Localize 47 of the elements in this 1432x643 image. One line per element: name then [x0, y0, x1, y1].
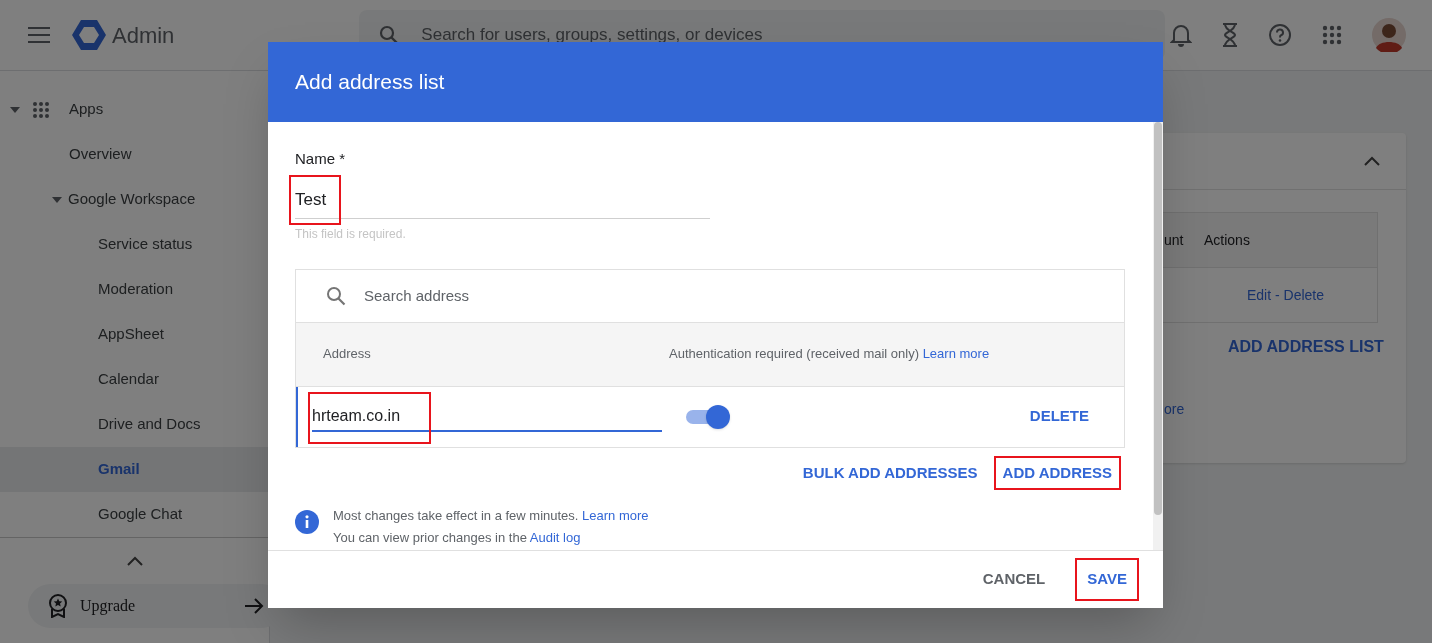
apps-icon	[32, 100, 50, 119]
helper-text: This field is required.	[295, 225, 407, 243]
delete-button[interactable]: DELETE	[1029, 405, 1089, 428]
column-header: Authentication required (received mail only) Learn more	[669, 346, 990, 362]
more-link[interactable]: ore	[1164, 401, 1185, 417]
info-link[interactable]: Learn more	[582, 508, 649, 523]
column-header: unt	[1163, 230, 1185, 250]
caret-icon	[52, 196, 62, 203]
caret-icon	[10, 106, 20, 113]
search-field[interactable]: Search for users, groups, settings, or devices	[421, 20, 1122, 50]
search-icon	[326, 285, 346, 306]
product-name: Admin	[112, 21, 175, 50]
sidebar-item[interactable]: Gmail	[0, 447, 269, 492]
logo-icon	[72, 18, 106, 52]
address-field[interactable]: hrteam.co.in	[312, 401, 662, 432]
sidebar-item[interactable]: Google Workspace	[0, 177, 269, 222]
chevron-up-icon[interactable]	[126, 556, 143, 566]
chevron-up-icon[interactable]	[1364, 156, 1380, 166]
menu-icon[interactable]	[28, 27, 50, 43]
hourglass-icon[interactable]	[1222, 23, 1238, 47]
search-address-field[interactable]: Search address	[364, 277, 1124, 314]
award-icon	[48, 594, 68, 618]
info-link[interactable]: Audit log	[529, 529, 581, 545]
edit-delete-link[interactable]: Edit - Delete	[1247, 284, 1325, 306]
info-text: Most changes take effect in a few minutes. Learn more	[333, 507, 649, 525]
action-button[interactable]: ADD ADDRESS	[996, 457, 1118, 488]
bell-icon[interactable]	[1170, 23, 1192, 47]
info-text: You can view prior changes in the Audit log	[333, 528, 582, 547]
sidebar-item[interactable]: Apps	[0, 87, 269, 132]
action-button[interactable]: BULK ADD ADDRESSES	[796, 457, 984, 488]
search-icon	[379, 25, 400, 45]
field-label: Name *	[295, 149, 347, 169]
toggle-switch[interactable]	[686, 404, 730, 429]
learn-more-link[interactable]: Learn more	[922, 346, 990, 362]
avatar-icon[interactable]	[1372, 18, 1406, 52]
arrow-right-icon	[244, 598, 264, 614]
name-field[interactable]: Test	[295, 182, 710, 219]
dialog-button[interactable]: SAVE	[1077, 560, 1137, 599]
apps-icon[interactable]	[1322, 25, 1342, 45]
add-address-list-button[interactable]: ADD ADDRESS LIST	[1228, 335, 1384, 359]
dialog-button[interactable]: CANCEL	[972, 560, 1056, 599]
column-header: Actions	[1203, 230, 1250, 250]
help-icon[interactable]	[1268, 23, 1292, 47]
dialog-title: Add address list	[295, 69, 445, 96]
column-header: Address	[323, 346, 371, 362]
info-icon	[295, 510, 319, 534]
scrollbar-thumb[interactable]	[1154, 122, 1162, 515]
